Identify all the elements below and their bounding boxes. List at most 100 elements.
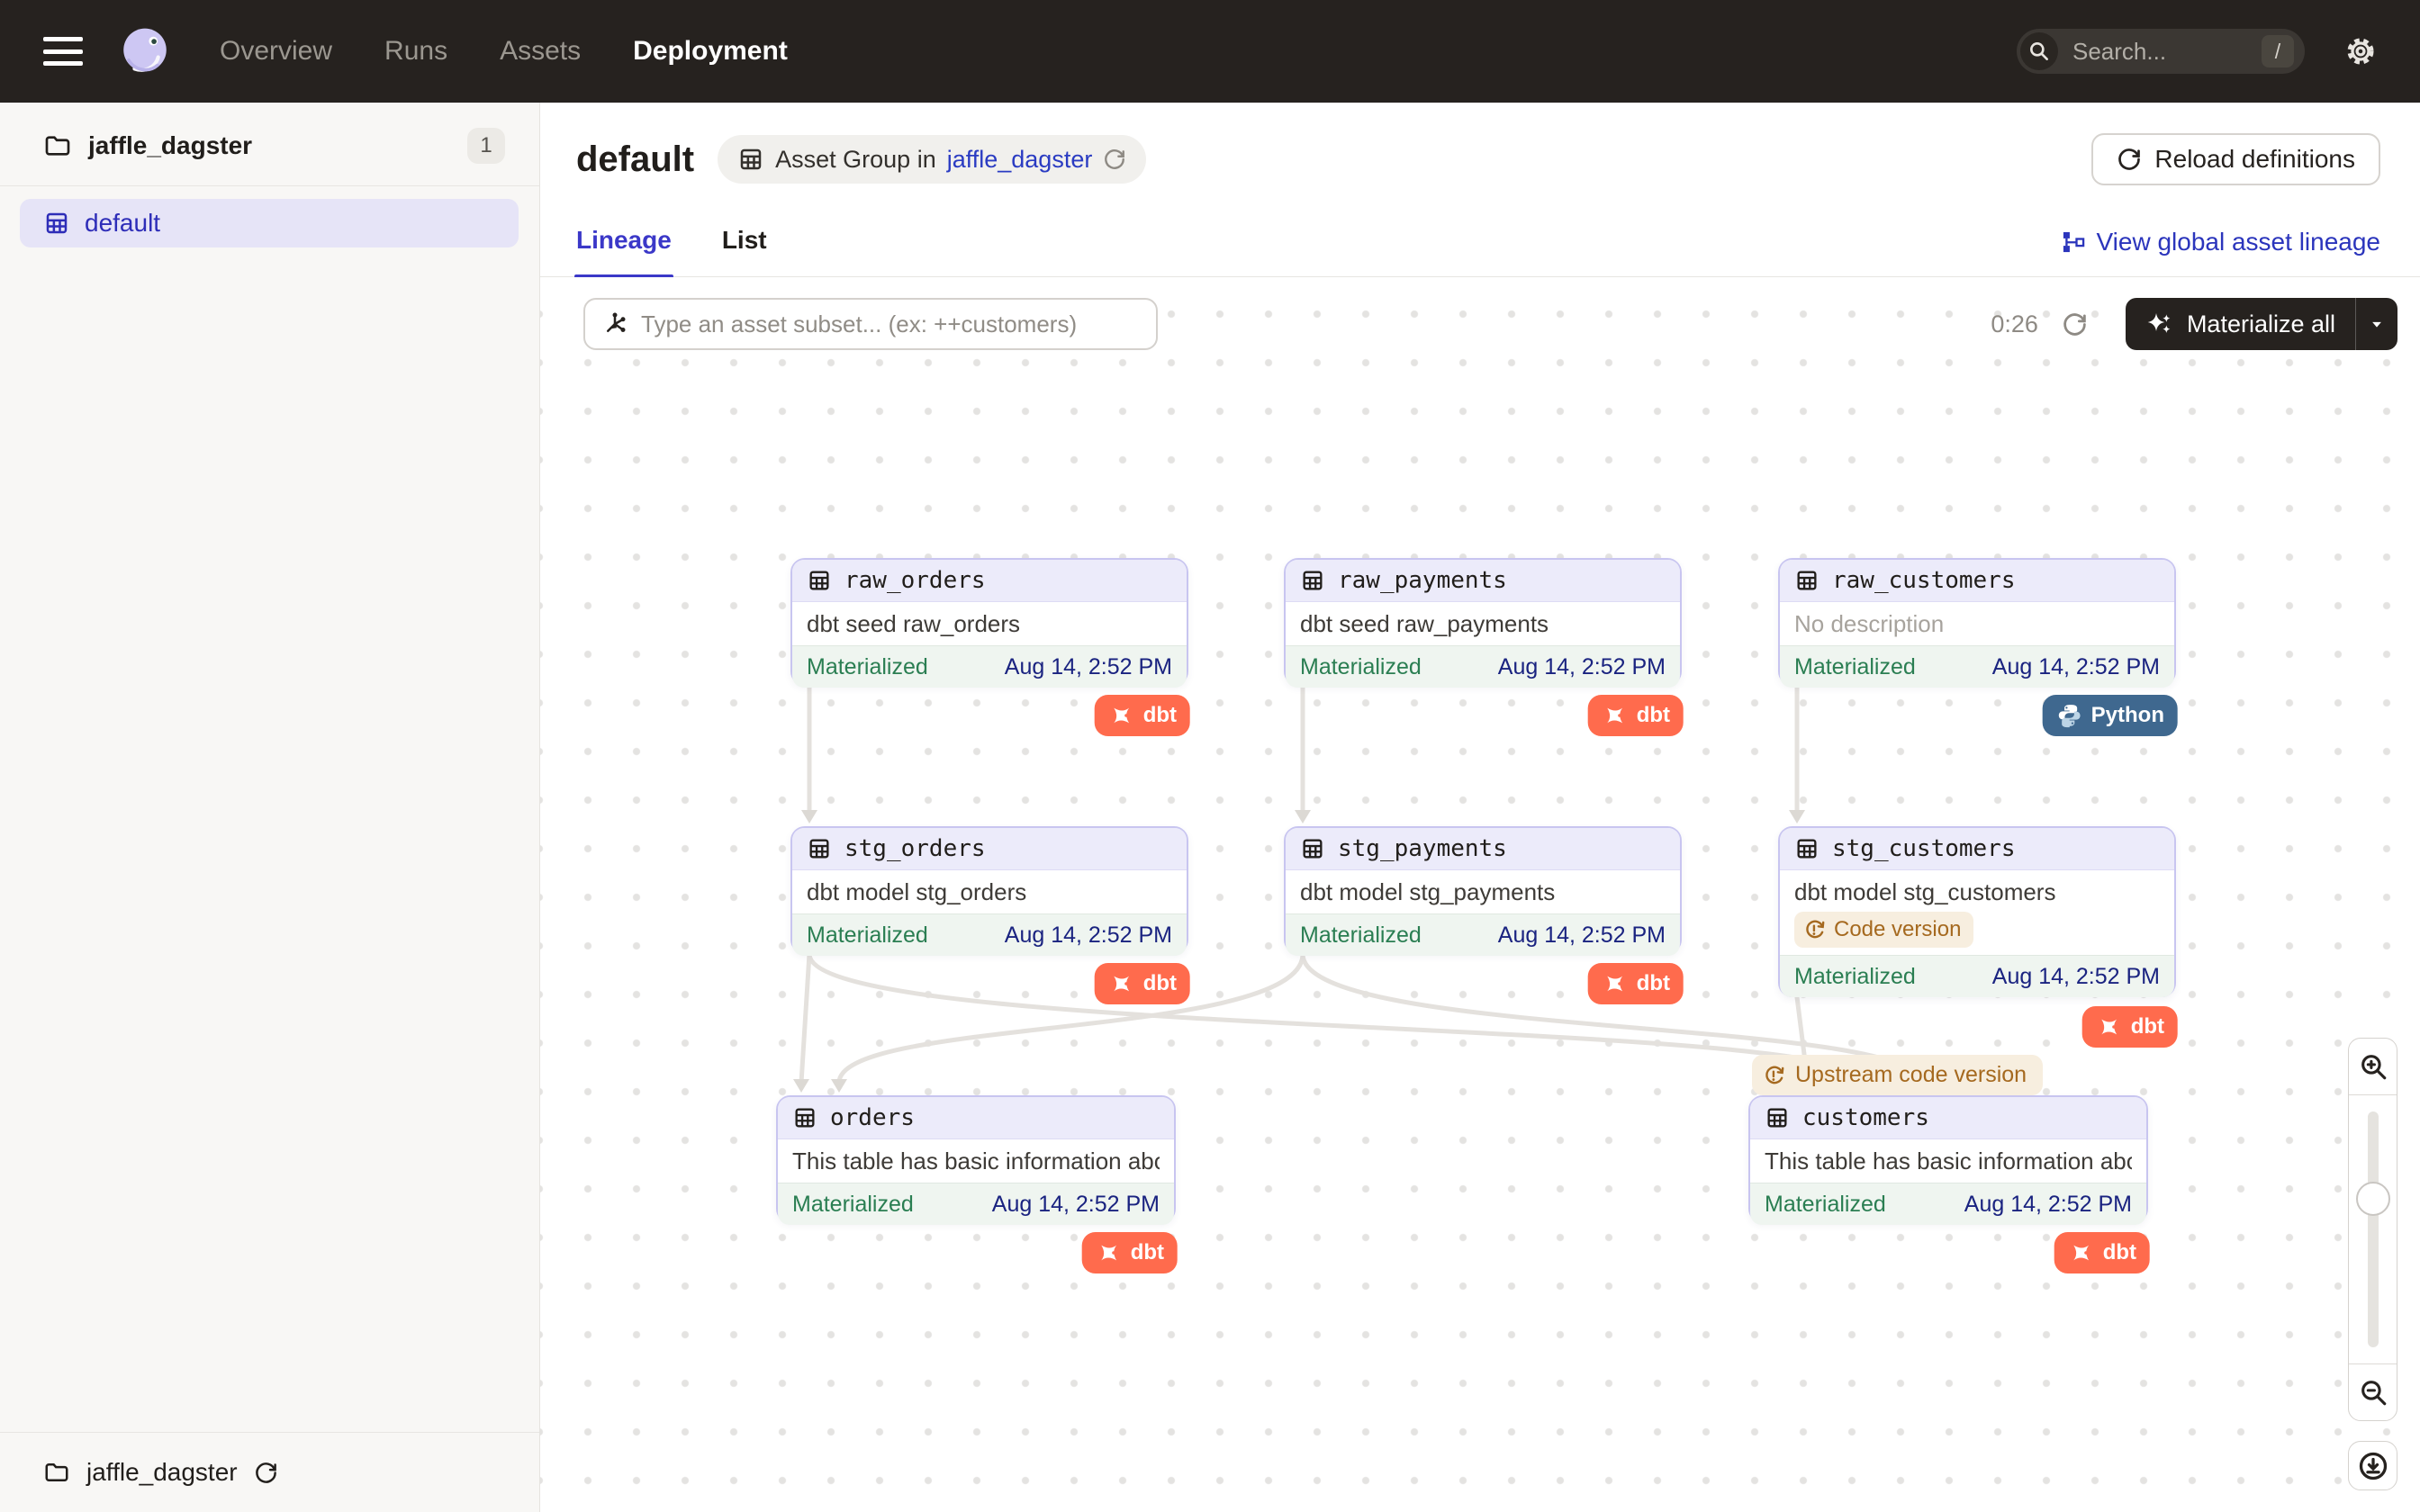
dbt-logo-icon bbox=[1602, 702, 1629, 729]
asset-node-footer: MaterializedAug 14, 2:52 PM bbox=[1286, 914, 1680, 956]
asset-node-header: stg_payments bbox=[1286, 828, 1680, 870]
sidebar-footer: jaffle_dagster bbox=[0, 1432, 539, 1512]
folder-icon bbox=[43, 1459, 70, 1486]
materialized-timestamp: Aug 14, 2:52 PM bbox=[1498, 654, 1666, 680]
nav-item-runs[interactable]: Runs bbox=[384, 36, 447, 67]
reload-definitions-button[interactable]: Reload definitions bbox=[2091, 133, 2380, 185]
zoom-slider[interactable] bbox=[2349, 1094, 2397, 1364]
zoom-slider-thumb[interactable] bbox=[2356, 1182, 2390, 1216]
asset-node-footer: MaterializedAug 14, 2:52 PM bbox=[1780, 955, 2174, 997]
code-location-link[interactable]: jaffle_dagster bbox=[947, 146, 1093, 174]
asset-node-footer: MaterializedAug 14, 2:52 PM bbox=[792, 645, 1187, 688]
asset-description: This table has basic information about .… bbox=[792, 1148, 1160, 1175]
asset-nodes-layer: raw_ordersdbt seed raw_ordersMaterialize… bbox=[540, 277, 2420, 1512]
asset-node-stg_orders[interactable]: stg_ordersdbt model stg_orders Materializ… bbox=[790, 826, 1188, 954]
search-input[interactable]: Search... / bbox=[2017, 29, 2305, 74]
asset-name: stg_payments bbox=[1338, 835, 1507, 862]
table-icon bbox=[1765, 1105, 1790, 1130]
materialized-timestamp: Aug 14, 2:52 PM bbox=[1005, 922, 1172, 949]
tab-lineage[interactable]: Lineage bbox=[576, 226, 672, 276]
asset-description: dbt model stg_orders bbox=[807, 878, 1172, 906]
asset-node-body: dbt model stg_payments bbox=[1286, 870, 1680, 914]
table-icon bbox=[1794, 836, 1820, 861]
materialized-timestamp: Aug 14, 2:52 PM bbox=[1498, 922, 1666, 949]
download-graph-button[interactable] bbox=[2348, 1441, 2397, 1490]
asset-node-body: dbt seed raw_payments bbox=[1286, 602, 1680, 645]
search-icon bbox=[2020, 32, 2058, 70]
asset-name: raw_payments bbox=[1338, 567, 1507, 594]
asset-node-raw_payments[interactable]: raw_paymentsdbt seed raw_payments Materia… bbox=[1284, 558, 1682, 686]
nav-items: Overview Runs Assets Deployment bbox=[220, 36, 788, 67]
asset-name: stg_orders bbox=[844, 835, 986, 862]
asset-node-orders[interactable]: orders This table has basic information a… bbox=[776, 1095, 1176, 1223]
asset-description: This table has basic information about .… bbox=[1765, 1148, 2132, 1175]
code-location-label: jaffle_dagster bbox=[88, 131, 451, 160]
view-global-asset-lineage-link[interactable]: View global asset lineage bbox=[2061, 228, 2380, 276]
materialized-status: Materialized bbox=[807, 654, 928, 680]
asset-node-stg_customers[interactable]: stg_customersdbt model stg_customers Code… bbox=[1778, 826, 2176, 997]
zoom-out-icon bbox=[2358, 1377, 2388, 1408]
asset-description: dbt model stg_customers bbox=[1794, 878, 2160, 906]
dbt-badge-stg_customers[interactable]: dbt bbox=[2082, 1006, 2178, 1048]
asset-node-header: stg_customers bbox=[1780, 828, 2174, 870]
asset-node-header: orders bbox=[778, 1097, 1174, 1139]
materialized-status: Materialized bbox=[1794, 964, 1916, 990]
nav-item-assets[interactable]: Assets bbox=[500, 36, 581, 67]
dbt-logo-icon bbox=[1108, 970, 1135, 997]
zoom-out-button[interactable] bbox=[2349, 1364, 2397, 1420]
table-icon bbox=[807, 836, 832, 861]
sidebar-item-default-group[interactable]: default bbox=[20, 199, 519, 248]
table-icon bbox=[737, 146, 764, 173]
dbt-badge-customers[interactable]: dbt bbox=[2054, 1232, 2150, 1274]
table-icon bbox=[1794, 568, 1820, 593]
settings-gear-icon[interactable] bbox=[2344, 35, 2377, 68]
table-icon bbox=[1300, 568, 1325, 593]
dbt-badge-stg_payments[interactable]: dbt bbox=[1588, 963, 1684, 1004]
materialized-timestamp: Aug 14, 2:52 PM bbox=[992, 1192, 1160, 1218]
dbt-badge-orders[interactable]: dbt bbox=[1082, 1232, 1178, 1274]
download-icon bbox=[2357, 1450, 2389, 1482]
refresh-icon[interactable] bbox=[1103, 148, 1126, 171]
zoom-in-icon bbox=[2358, 1051, 2388, 1082]
dagster-logo-icon[interactable] bbox=[117, 23, 173, 79]
lineage-canvas[interactable]: Type an asset subset... (ex: ++customers… bbox=[540, 277, 2420, 1512]
hamburger-menu-icon[interactable] bbox=[43, 37, 83, 66]
asset-node-customers[interactable]: customersThis table has basic informatio… bbox=[1748, 1095, 2148, 1223]
code-version-icon bbox=[1763, 1064, 1786, 1087]
dbt-logo-icon bbox=[1108, 702, 1135, 729]
dbt-badge-stg_orders[interactable]: dbt bbox=[1095, 963, 1190, 1004]
tab-list[interactable]: List bbox=[722, 226, 767, 276]
asset-node-header: raw_payments bbox=[1286, 560, 1680, 602]
nav-item-overview[interactable]: Overview bbox=[220, 36, 332, 67]
dbt-logo-icon bbox=[2096, 1013, 2123, 1040]
code-version-tag: Code version bbox=[1794, 912, 1973, 948]
python-badge-raw_customers[interactable]: Python bbox=[2043, 695, 2178, 736]
asset-node-raw_orders[interactable]: raw_ordersdbt seed raw_ordersMaterialize… bbox=[790, 558, 1188, 686]
materialized-status: Materialized bbox=[1300, 654, 1422, 680]
folder-icon bbox=[43, 131, 72, 160]
zoom-in-button[interactable] bbox=[2349, 1039, 2397, 1094]
nav-item-deployment[interactable]: Deployment bbox=[633, 36, 788, 67]
refresh-icon[interactable] bbox=[254, 1461, 278, 1485]
dbt-badge-raw_payments[interactable]: dbt bbox=[1588, 695, 1684, 736]
dbt-badge-raw_orders[interactable]: dbt bbox=[1095, 695, 1190, 736]
asset-description: No description bbox=[1794, 610, 2160, 638]
table-icon bbox=[43, 210, 70, 237]
asset-node-header: stg_orders bbox=[792, 828, 1187, 870]
asset-name: stg_customers bbox=[1832, 835, 2016, 862]
asset-node-body: dbt model stg_orders bbox=[792, 870, 1187, 914]
asset-group-badge: Asset Group in jaffle_dagster bbox=[718, 135, 1146, 184]
upstream-code-version-tag: Upstream code version bbox=[1752, 1055, 2043, 1095]
asset-node-raw_customers[interactable]: raw_customersNo descriptionMaterializedA… bbox=[1778, 558, 2176, 686]
asset-node-footer: MaterializedAug 14, 2:52 PM bbox=[1750, 1183, 2146, 1225]
divider bbox=[0, 185, 539, 186]
group-label: default bbox=[85, 209, 160, 238]
asset-node-footer: MaterializedAug 14, 2:52 PM bbox=[792, 914, 1187, 956]
asset-node-stg_payments[interactable]: stg_paymentsdbt model stg_paymentsMateri… bbox=[1284, 826, 1682, 954]
lineage-graph-icon bbox=[2061, 230, 2086, 255]
materialized-status: Materialized bbox=[1765, 1192, 1886, 1218]
dbt-logo-icon bbox=[2068, 1239, 2095, 1266]
sidebar-item-code-location[interactable]: jaffle_dagster 1 bbox=[0, 103, 539, 185]
asset-description: dbt seed raw_orders bbox=[807, 610, 1172, 638]
asset-node-body: This table has basic information about .… bbox=[1750, 1139, 2146, 1183]
